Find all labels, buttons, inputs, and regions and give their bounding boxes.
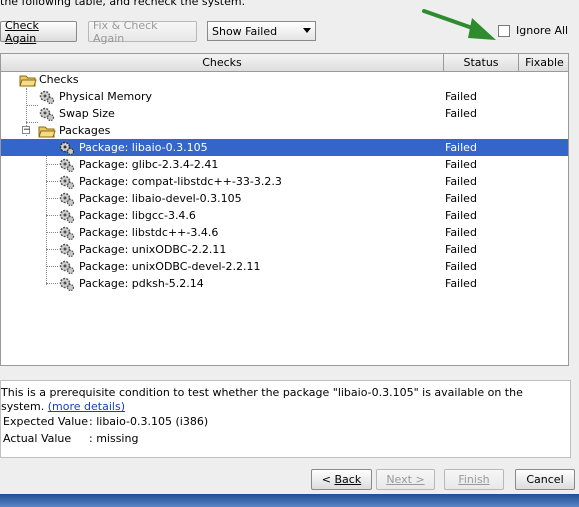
tree-row-packages[interactable]: − Packages [1, 122, 568, 139]
filter-dropdown[interactable]: Show Failed [207, 21, 316, 41]
tree-row-package-libgcc[interactable]: Package: libgcc-3.4.6 Failed [1, 207, 568, 224]
ignore-all-checkbox[interactable] [498, 24, 510, 37]
gear-icon [59, 226, 75, 241]
status-text: Failed [445, 260, 477, 273]
tree-row-package-glibc[interactable]: Package: glibc-2.3.4-2.41 Failed [1, 156, 568, 173]
tree-row-label: Package: unixODBC-devel-2.2.11 [79, 260, 261, 273]
gear-icon [59, 277, 75, 292]
tree-row-label: Physical Memory [59, 90, 152, 103]
check-again-button[interactable]: Check Again [0, 19, 77, 45]
tree-row-label: Package: compat-libstdc++-33-3.2.3 [79, 175, 282, 188]
collapse-toggle-icon[interactable]: − [22, 126, 31, 135]
folder-open-icon [38, 126, 56, 138]
status-text: Failed [445, 90, 477, 103]
filter-value: Show Failed [212, 24, 278, 38]
column-header-fixable[interactable]: Fixable [519, 54, 568, 71]
status-text: Failed [445, 175, 477, 188]
gear-icon [59, 260, 75, 275]
tree-row-label: Package: libaio-0.3.105 [79, 141, 208, 154]
tree-row-label: Package: libaio-devel-0.3.105 [79, 192, 242, 205]
gear-icon [59, 158, 75, 173]
checks-table: Checks Status Fixable Checks Physical Me… [0, 53, 569, 366]
back-button[interactable]: < Back [311, 469, 372, 490]
actual-value-row: Actual Value : missing [3, 432, 138, 445]
gear-icon [59, 141, 75, 156]
expected-value: : libaio-0.3.105 (i386) [89, 415, 209, 428]
actual-value-label: Actual Value [3, 432, 72, 445]
gear-icon [39, 90, 55, 105]
table-header: Checks Status Fixable [1, 54, 568, 72]
tree-row-label: Package: unixODBC-2.2.11 [79, 243, 227, 256]
status-text: Failed [445, 243, 477, 256]
tree-row-package-compat-libstdc[interactable]: Package: compat-libstdc++-33-3.2.3 Faile… [1, 173, 568, 190]
gear-icon [59, 209, 75, 224]
ignore-all-label: Ignore All [516, 24, 569, 37]
tree-row-label: Checks [39, 73, 79, 86]
status-text: Failed [445, 209, 477, 222]
finish-button[interactable]: Finish [444, 469, 504, 490]
next-button[interactable]: Next > [376, 469, 435, 490]
fix-check-again-button[interactable]: Fix & Check Again [88, 19, 197, 45]
status-text: Failed [445, 277, 477, 290]
status-text: Failed [445, 107, 477, 120]
cancel-button[interactable]: Cancel [515, 469, 575, 490]
annotation-arrow-icon [422, 9, 496, 40]
tree-row-package-libaio-devel[interactable]: Package: libaio-devel-0.3.105 Failed [1, 190, 568, 207]
chevron-down-icon [303, 28, 311, 33]
tree-row-package-unixodbc-devel[interactable]: Package: unixODBC-devel-2.2.11 Failed [1, 258, 568, 275]
intro-text: the following table, and recheck the sys… [0, 0, 246, 8]
status-text: Failed [445, 158, 477, 171]
more-details-link[interactable]: (more details) [48, 400, 125, 413]
column-header-status[interactable]: Status [444, 54, 519, 71]
tree-row-label: Package: libgcc-3.4.6 [79, 209, 196, 222]
taskbar-strip [0, 494, 579, 507]
gear-icon [39, 107, 55, 122]
tree-row-package-unixodbc[interactable]: Package: unixODBC-2.2.11 Failed [1, 241, 568, 258]
check-description: This is a prerequisite condition to test… [1, 386, 541, 414]
tree-row-label: Package: libstdc++-3.4.6 [79, 226, 219, 239]
tree-row-physical-memory[interactable]: Physical Memory Failed [1, 88, 568, 105]
gear-icon [59, 243, 75, 258]
tree-row-swap-size[interactable]: Swap Size Failed [1, 105, 568, 122]
gear-icon [59, 175, 75, 190]
folder-open-icon [19, 75, 37, 87]
status-text: Failed [445, 226, 477, 239]
tree-row-checks[interactable]: Checks [1, 71, 568, 88]
ignore-all-toggle[interactable]: Ignore All [498, 24, 568, 37]
tree-row-label: Packages [59, 124, 111, 137]
column-header-checks[interactable]: Checks [1, 54, 444, 71]
details-panel: This is a prerequisite condition to test… [0, 380, 571, 458]
status-text: Failed [445, 192, 477, 205]
tree-row-label: Package: glibc-2.3.4-2.41 [79, 158, 219, 171]
tree-row-package-libstdc[interactable]: Package: libstdc++-3.4.6 Failed [1, 224, 568, 241]
tree-row-package-libaio[interactable]: Package: libaio-0.3.105 Failed [1, 139, 568, 156]
actual-value: : missing [89, 432, 139, 445]
tree-row-label: Package: pdksh-5.2.14 [79, 277, 204, 290]
gear-icon [59, 192, 75, 207]
tree-row-label: Swap Size [59, 107, 115, 120]
tree-row-package-pdksh[interactable]: Package: pdksh-5.2.14 Failed [1, 275, 568, 292]
expected-value-row: Expected Value: libaio-0.3.105 (i386) [3, 415, 208, 428]
expected-value-label: Expected Value [3, 415, 89, 428]
status-text: Failed [445, 141, 477, 154]
